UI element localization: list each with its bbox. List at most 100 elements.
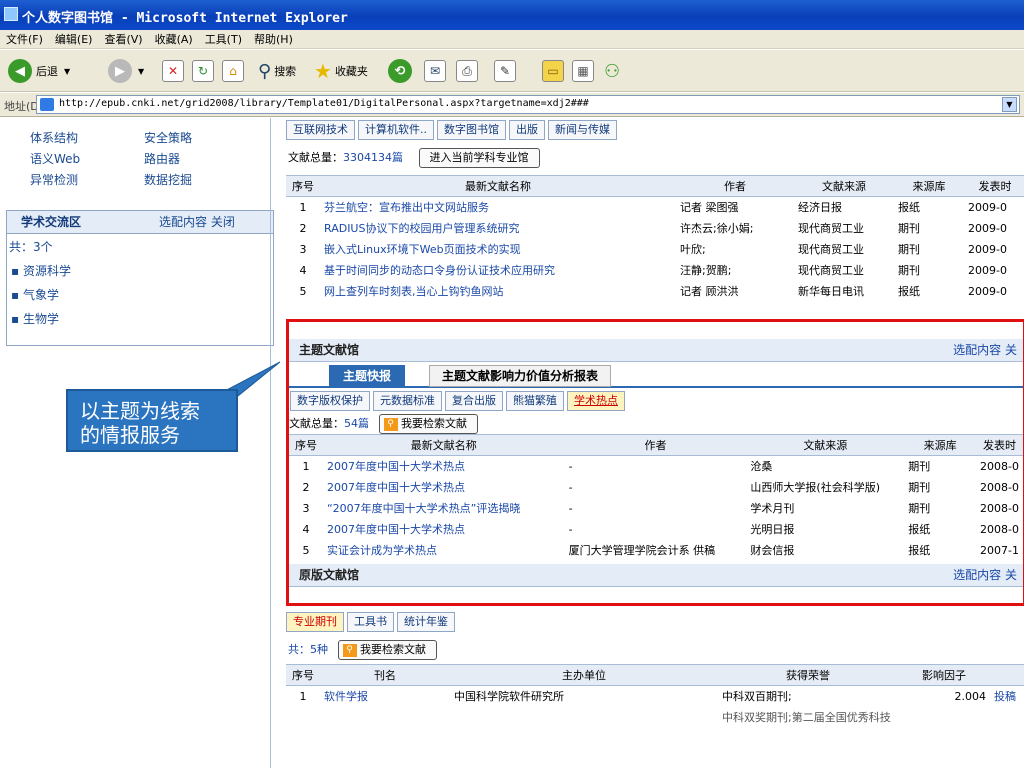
enter-discipline-button[interactable]: 进入当前学科专业馆 [418, 148, 540, 168]
address-dropdown-icon[interactable]: ▼ [1002, 97, 1017, 112]
topic-link[interactable]: 数据挖掘 [144, 170, 258, 191]
tab-theme-express[interactable]: 主题快报 [329, 365, 406, 387]
doc-title-link[interactable]: RADIUS协议下的校园用户管理系统研究 [320, 218, 676, 239]
doc-title-link[interactable]: 嵌入式Linux环境下Web页面技术的实现 [320, 239, 676, 260]
tab-academic-hotspot[interactable]: 学术热点 [567, 391, 625, 411]
col-header: 影响因子 [898, 664, 990, 686]
address-input[interactable]: http://epub.cnki.net/grid2008/library/Te… [36, 95, 1020, 114]
tab-journals[interactable]: 专业期刊 [286, 612, 344, 632]
tab-yearbooks[interactable]: 统计年鉴 [397, 612, 455, 632]
search-journals-button[interactable]: ⚲ 我要检索文献 [337, 640, 437, 660]
table-row: 3 嵌入式Linux环境下Web页面技术的实现 叶欣; 现代商贸工业 期刊 2009-0 [286, 239, 1024, 260]
search-docs-button[interactable]: ⚲ 我要检索文献 [378, 414, 478, 434]
list-item[interactable]: ▪ 生物学 [7, 307, 273, 331]
history-icon[interactable]: ⟲ [388, 59, 412, 83]
tab-internet[interactable]: 互联网技术 [286, 120, 355, 140]
topic-link[interactable]: 语义Web [30, 149, 144, 170]
table-row: 5 实证会计成为学术热点 厦门大学管理学院会计系 供稿 财会信报 报纸 2007-1 [289, 540, 1023, 561]
mail-icon[interactable]: ✉ [424, 60, 446, 82]
doc-title-link[interactable]: 2007年度中国十大学术热点 [323, 456, 565, 477]
tab-impact-report[interactable]: 主题文献影响力价值分析报表 [429, 365, 612, 387]
menu-file[interactable]: 文件(F) [0, 30, 49, 49]
page-content: 体系结构 安全策略 语义Web 路由器 异常检测 数据挖掘 学术交流区 选配内容 关闭… [0, 118, 1024, 768]
forward-arrow-icon: ▶ [108, 59, 132, 83]
doc-title-link[interactable]: 网上查列车时刻表,当心上钩钓鱼网站 [320, 281, 676, 302]
original-library-header: 原版文献馆 选配内容 关 [289, 563, 1023, 587]
tab-composite-publishing[interactable]: 复合出版 [445, 391, 503, 411]
tab-reference-books[interactable]: 工具书 [347, 612, 394, 632]
home-icon[interactable]: ⌂ [222, 60, 244, 82]
col-header: 来源库 [894, 175, 964, 197]
table-row: 1 软件学报 中国科学院软件研究所 中科双百期刊; 2.004 投稿 [286, 686, 1024, 707]
tab-media[interactable]: 新闻与传媒 [548, 120, 617, 140]
col-header: 主办单位 [450, 664, 718, 686]
forward-dropdown-icon[interactable]: ▼ [138, 67, 144, 76]
col-header: 序号 [286, 175, 320, 197]
submit-link[interactable]: 投稿 [990, 686, 1024, 707]
panel-actions[interactable]: 选配内容 关闭 [159, 211, 235, 234]
topic-link[interactable]: 体系结构 [30, 128, 144, 149]
tab-panda[interactable]: 熊猫繁殖 [506, 391, 564, 411]
refresh-icon[interactable]: ↻ [192, 60, 214, 82]
list-item[interactable]: ▪ 气象学 [7, 283, 273, 307]
col-header: 最新文献名称 [322, 434, 565, 456]
search-button[interactable]: ⚲ 搜索 [258, 56, 296, 86]
back-dropdown-icon[interactable]: ▼ [64, 67, 70, 76]
table-row: 2 RADIUS协议下的校园用户管理系统研究 许杰云;徐小娟; 现代商贸工业 期刊 200… [286, 218, 1024, 239]
menu-view[interactable]: 查看(V) [98, 30, 148, 49]
callout-box: 以主题为线索 的情报服务 [66, 389, 238, 452]
list-item[interactable]: ▪ 资源科学 [7, 259, 273, 283]
journal-name-link[interactable]: 软件学报 [320, 686, 450, 707]
print-icon[interactable]: ⎙ [456, 60, 478, 82]
back-button[interactable]: ◀ 后退 ▼ [8, 56, 70, 86]
topic-links: 体系结构 安全策略 语义Web 路由器 异常检测 数据挖掘 [30, 128, 270, 191]
topic-link[interactable]: 安全策略 [144, 128, 258, 149]
tab-software[interactable]: 计算机软件.. [358, 120, 434, 140]
theme-docs-table: 序号 最新文献名称 作者 文献来源 来源库 发表时 1 2007年度中国十大学术热… [289, 434, 1023, 561]
menu-favorites[interactable]: 收藏(A) [149, 30, 199, 49]
menu-edit[interactable]: 编辑(E) [49, 30, 99, 49]
panel-header: 学术交流区 选配内容 关闭 [7, 211, 273, 234]
tab-digital-copyright[interactable]: 数字版权保护 [290, 391, 370, 411]
research-icon[interactable]: ▦ [572, 60, 594, 82]
section-title: 原版文献馆 [299, 567, 360, 582]
messenger-icon[interactable]: ⚇ [604, 61, 620, 82]
doc-title-link[interactable]: 2007年度中国十大学术热点 [323, 519, 565, 540]
doc-title-link[interactable]: 芬兰航空：宣布推出中文网站服务 [320, 197, 676, 218]
page-icon [40, 98, 54, 111]
journal-count: 共：5种 ⚲ 我要检索文献 [288, 640, 437, 660]
tab-digital-library[interactable]: 数字图书馆 [437, 120, 506, 140]
table-row: 4 2007年度中国十大学术热点 - 光明日报 报纸 2008-0 [289, 519, 1023, 540]
forward-button[interactable]: ▶ ▼ [108, 56, 144, 86]
tab-metadata[interactable]: 元数据标准 [373, 391, 442, 411]
topic-link[interactable]: 异常检测 [30, 170, 144, 191]
menu-help[interactable]: 帮助(H) [248, 30, 299, 49]
menu-tools[interactable]: 工具(T) [199, 30, 248, 49]
theme-library-highlight: 主题文献馆 选配内容 关 主题快报 主题文献影响力价值分析报表 数字版权保护 元数… [286, 319, 1024, 606]
col-header: 序号 [289, 434, 323, 456]
toolbar: ◀ 后退 ▼ ▶ ▼ ✕ ↻ ⌂ ⚲ 搜索 ★ 收藏夹 ⟲ ✉ ⎙ ✎ ▭ ▦ … [0, 50, 1024, 92]
doc-title-link[interactable]: 基于时间同步的动态口令身份认证技术应用研究 [320, 260, 676, 281]
col-header: 文献来源 [794, 175, 894, 197]
table-row: 3 “2007年度中国十大学术热点”评选揭晓 - 学术月刊 期刊 2008-0 [289, 498, 1023, 519]
table-row: 1 2007年度中国十大学术热点 - 沧桑 期刊 2008-0 [289, 456, 1023, 477]
edit-icon[interactable]: ✎ [494, 60, 516, 82]
col-header: 作者 [676, 175, 794, 197]
favorites-button[interactable]: ★ 收藏夹 [314, 56, 368, 86]
menu-bar: 文件(F) 编辑(E) 查看(V) 收藏(A) 工具(T) 帮助(H) [0, 30, 1024, 49]
back-arrow-icon: ◀ [8, 59, 32, 83]
doc-title-link[interactable]: 实证会计成为学术热点 [323, 540, 565, 561]
journal-tabs: 专业期刊 工具书 统计年鉴 [286, 612, 458, 632]
folder-icon[interactable]: ▭ [542, 60, 564, 82]
section-actions[interactable]: 选配内容 关 [953, 339, 1017, 362]
topic-tabs: 数字版权保护 元数据标准 复合出版 熊猫繁殖 学术热点 [290, 391, 1023, 411]
tab-publishing[interactable]: 出版 [509, 120, 545, 140]
doc-title-link[interactable]: “2007年度中国十大学术热点”评选揭晓 [323, 498, 565, 519]
search-icon: ⚲ [258, 60, 272, 82]
stop-icon[interactable]: ✕ [162, 60, 184, 82]
col-header: 序号 [286, 664, 320, 686]
doc-title-link[interactable]: 2007年度中国十大学术热点 [323, 477, 565, 498]
favorites-label: 收藏夹 [334, 65, 368, 78]
topic-link[interactable]: 路由器 [144, 149, 258, 170]
section-actions[interactable]: 选配内容 关 [953, 564, 1017, 587]
